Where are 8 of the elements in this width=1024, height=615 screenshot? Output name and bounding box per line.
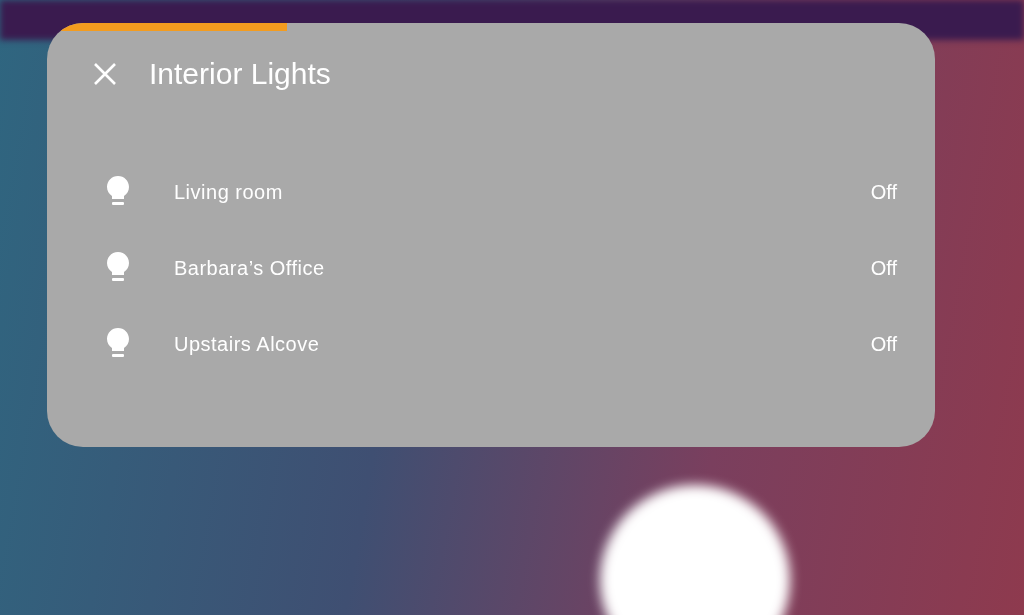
light-state: Off: [870, 332, 897, 356]
light-name[interactable]: Upstairs Alcove: [174, 332, 871, 356]
light-state: Off: [870, 256, 897, 280]
dialog-title: Interior Lights: [149, 57, 331, 91]
close-icon[interactable]: [93, 62, 117, 86]
light-name[interactable]: Living room: [174, 180, 871, 204]
light-state: Off: [870, 180, 897, 204]
light-name[interactable]: Barbara’s Office: [174, 256, 871, 280]
